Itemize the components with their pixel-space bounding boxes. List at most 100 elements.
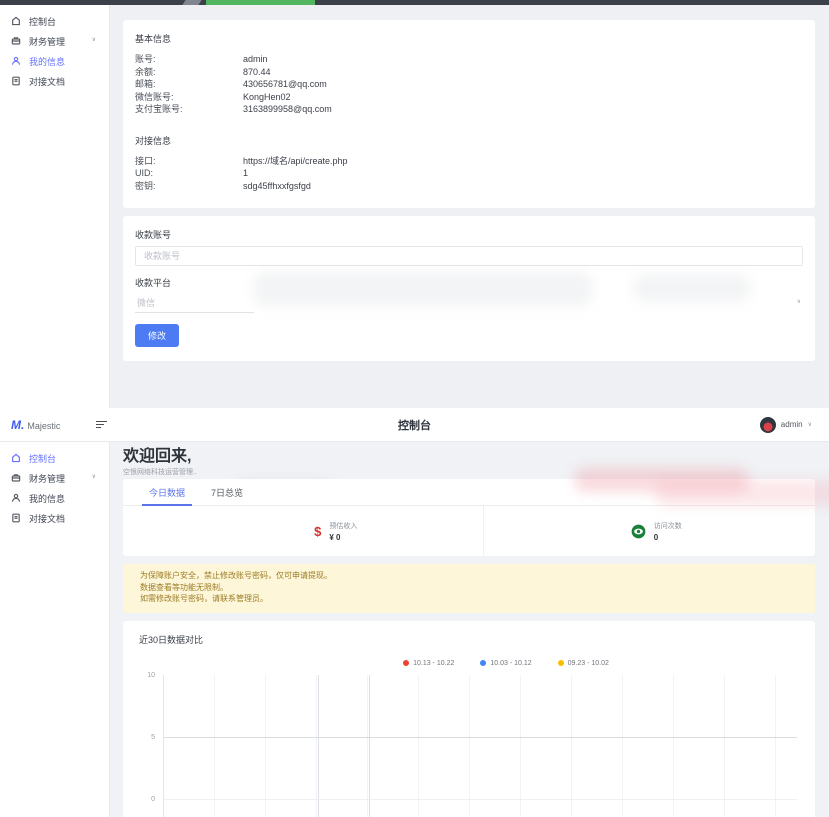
- gridline: [164, 799, 797, 800]
- line-chart-plot: 10 5 0: [139, 675, 799, 817]
- eye-icon: [631, 524, 646, 539]
- notice-line: 为保障账户安全，禁止修改账号密码，仅可申请提现。: [140, 570, 798, 582]
- y-axis-tick: 5: [139, 734, 155, 741]
- basic-info-card: 基本信息 账号: admin 余额: 870.44 邮箱: 430656781@…: [123, 20, 815, 208]
- basic-info-title: 基本信息: [135, 32, 803, 45]
- y-axis-tick: 10: [139, 672, 155, 679]
- brand-name: Majestic: [27, 421, 60, 431]
- brand-mark: M.: [11, 418, 24, 432]
- section-gap: [135, 116, 803, 134]
- dashboard-panel: M. Majestic 控制台 admin ∨ 控制台 财务管理 ∨ 我的信息: [0, 408, 829, 817]
- info-row-alipay: 支付宝账号: 3163899958@qq.com: [135, 103, 803, 116]
- sidebar-item-label: 对接文档: [29, 75, 65, 88]
- chevron-down-icon: ∨: [92, 474, 96, 480]
- sidebar-item-label: 控制台: [29, 15, 56, 28]
- tab-7day-overview[interactable]: 7日总览: [211, 479, 243, 505]
- row-value: 430656781@qq.com: [243, 78, 327, 91]
- finance-icon: [11, 473, 21, 483]
- notice-line: 如需修改账号密码，请联系管理员。: [140, 593, 798, 605]
- legend-label: 09.23 - 10.02: [568, 660, 609, 667]
- dashboard-main-area: 欢迎回来, 空恨网络科技运营管理.. 今日数据 7日总览 $ 预估收入 ¥ 0: [110, 442, 829, 817]
- payment-account-label: 收款账号: [135, 228, 803, 241]
- info-row-uid: UID: 1: [135, 167, 803, 180]
- row-label: 账号:: [135, 53, 243, 66]
- menu-toggle-icon[interactable]: [93, 418, 110, 431]
- finance-icon: [11, 36, 21, 46]
- row-value: 1: [243, 167, 248, 180]
- home-icon: [11, 16, 21, 26]
- stat-value: 0: [654, 533, 682, 542]
- chart-card: 近30日数据对比 10.13 - 10.22 10.03 - 10.12 09.…: [123, 621, 815, 817]
- profile-main-area: 基本信息 账号: admin 余额: 870.44 邮箱: 430656781@…: [110, 5, 829, 408]
- row-label: 邮箱:: [135, 78, 243, 91]
- info-row-wechat: 微信账号: KongHen02: [135, 91, 803, 104]
- sidebar-item-my-info[interactable]: 我的信息: [0, 488, 109, 508]
- api-info-title: 对接信息: [135, 134, 803, 147]
- row-value: KongHen02: [243, 91, 291, 104]
- dollar-icon: $: [314, 525, 321, 538]
- stat-income: $ 预估收入 ¥ 0: [163, 506, 509, 556]
- profile-page-panel: 控制台 财务管理 ∨ 我的信息 对接文档 基本信息 账号: admin 余额: …: [0, 5, 829, 408]
- legend-dot-icon: [480, 660, 486, 666]
- row-label: 接口:: [135, 155, 243, 168]
- sidebar-bottom: 控制台 财务管理 ∨ 我的信息 对接文档: [0, 442, 110, 817]
- info-row-account: 账号: admin: [135, 53, 803, 66]
- payment-account-input[interactable]: [135, 246, 803, 266]
- row-value: 870.44: [243, 66, 271, 79]
- payment-settings-card: 收款账号 收款平台 ∨ 修改: [123, 216, 815, 361]
- chevron-down-icon: ∨: [92, 37, 96, 43]
- chart-title: 近30日数据对比: [139, 633, 799, 646]
- sidebar-item-console[interactable]: 控制台: [0, 11, 109, 31]
- sidebar-item-docs[interactable]: 对接文档: [0, 71, 109, 91]
- payment-platform-row: 收款平台 ∨: [135, 276, 803, 313]
- stat-visits: 访问次数 0: [483, 506, 829, 556]
- page-title: 控制台: [0, 417, 829, 433]
- sidebar-item-label: 控制台: [29, 452, 56, 465]
- row-label: UID:: [135, 167, 243, 180]
- sidebar-item-finance[interactable]: 财务管理 ∨: [0, 468, 109, 488]
- legend-item-blue[interactable]: 10.03 - 10.12: [480, 660, 531, 667]
- row-label: 密钥:: [135, 180, 243, 193]
- sidebar-item-label: 财务管理: [29, 472, 65, 485]
- document-icon: [11, 76, 21, 86]
- sidebar-item-finance[interactable]: 财务管理 ∨: [0, 31, 109, 51]
- modify-button[interactable]: 修改: [135, 324, 179, 347]
- notice-line: 数据查看等功能无限制。: [140, 582, 798, 594]
- dashboard-body: 控制台 财务管理 ∨ 我的信息 对接文档 欢迎回来, 空恨网络科技运营管理..: [0, 442, 829, 817]
- info-row-email: 邮箱: 430656781@qq.com: [135, 78, 803, 91]
- username: admin: [781, 420, 803, 429]
- info-row-balance: 余额: 870.44: [135, 66, 803, 79]
- avatar: [760, 417, 776, 433]
- sidebar-item-console[interactable]: 控制台: [0, 448, 109, 468]
- sidebar-item-docs[interactable]: 对接文档: [0, 508, 109, 528]
- select-caret-icon[interactable]: ∨: [797, 298, 801, 305]
- stats-tabs: 今日数据 7日总览: [123, 479, 815, 506]
- sidebar-item-my-info[interactable]: 我的信息: [0, 51, 109, 71]
- row-label: 微信账号:: [135, 91, 243, 104]
- row-value: admin: [243, 53, 268, 66]
- sidebar-item-label: 对接文档: [29, 512, 65, 525]
- gridline: [369, 675, 370, 817]
- info-row-endpoint: 接口: https://域名/api/create.php: [135, 155, 803, 168]
- home-icon: [11, 453, 21, 463]
- stats-row: $ 预估收入 ¥ 0 访问次数: [123, 506, 815, 556]
- legend-dot-icon: [403, 660, 409, 666]
- sidebar-item-label: 财务管理: [29, 35, 65, 48]
- brand-logo[interactable]: M. Majestic: [0, 418, 87, 432]
- legend-item-red[interactable]: 10.13 - 10.22: [403, 660, 454, 667]
- legend-dot-icon: [558, 660, 564, 666]
- plot-area: [163, 675, 797, 817]
- stat-value: ¥ 0: [329, 533, 357, 542]
- payment-platform-input[interactable]: [135, 294, 254, 313]
- row-value: sdg45ffhxxfgsfgd: [243, 180, 311, 193]
- legend-item-yellow[interactable]: 09.23 - 10.02: [558, 660, 609, 667]
- legend-label: 10.03 - 10.12: [490, 660, 531, 667]
- dashboard-header: M. Majestic 控制台 admin ∨: [0, 408, 829, 442]
- security-notice: 为保障账户安全，禁止修改账号密码，仅可申请提现。 数据查看等功能无限制。 如需修…: [123, 564, 815, 613]
- stats-card: 今日数据 7日总览 $ 预估收入 ¥ 0: [123, 479, 815, 556]
- document-icon: [11, 513, 21, 523]
- sidebar-item-label: 我的信息: [29, 55, 65, 68]
- user-menu[interactable]: admin ∨: [760, 417, 829, 433]
- welcome-subtitle: 空恨网络科技运营管理..: [123, 468, 815, 477]
- tab-today-data[interactable]: 今日数据: [149, 479, 185, 505]
